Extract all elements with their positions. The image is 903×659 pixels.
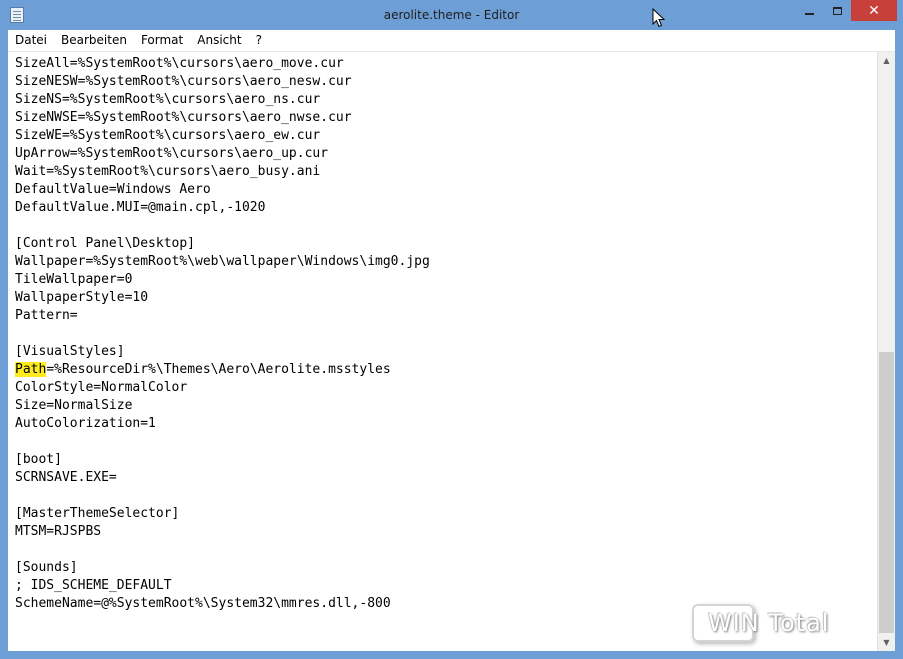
menu-bar: Datei Bearbeiten Format Ansicht ? [8,30,895,52]
editor-line: Path=%ResourceDir%\Themes\Aero\Aerolite.… [15,361,391,379]
editor-line: [Control Panel\Desktop] [15,236,196,251]
text-editor[interactable]: SizeAll=%SystemRoot%\cursors\aero_move.c… [8,52,877,651]
maximize-icon [832,6,842,15]
editor-line: DefaultValue.MUI=@main.cpl,-1020 [15,200,266,215]
minimize-icon [804,12,814,15]
editor-line: [MasterThemeSelector] [15,506,180,521]
title-bar[interactable]: aerolite.theme - Editor ✕ [0,0,903,30]
scrollbar-thumb[interactable] [879,351,894,633]
editor-line: UpArrow=%SystemRoot%\cursors\aero_up.cur [15,146,329,161]
mouse-cursor-icon [652,8,666,28]
client-area: SizeAll=%SystemRoot%\cursors\aero_move.c… [8,52,895,651]
editor-line: TileWallpaper=0 [15,272,133,287]
editor-line: Size=NormalSize [15,398,133,413]
vertical-scrollbar[interactable]: ▲ ▼ [877,52,895,651]
editor-line: SCRNSAVE.EXE= [15,470,117,485]
watermark-text: WIN Total [708,609,830,637]
editor-line: SizeNESW=%SystemRoot%\cursors\aero_nesw.… [15,74,352,89]
menu-bearbeiten[interactable]: Bearbeiten [54,30,134,51]
wintotal-watermark: WIN Total [692,604,828,648]
editor-line: AutoColorization=1 [15,416,156,431]
notepad-window: aerolite.theme - Editor ✕ Datei Bearbeit… [0,0,903,659]
editor-line: [VisualStyles] [15,344,125,359]
maximize-button[interactable] [823,0,851,21]
menu-ansicht[interactable]: Ansicht [190,30,248,51]
editor-line: ; IDS_SCHEME_DEFAULT [15,578,172,593]
editor-line: WallpaperStyle=10 [15,290,149,305]
editor-line: Wallpaper=%SystemRoot%\web\wallpaper\Win… [15,254,430,269]
minimize-button[interactable] [795,0,823,21]
menu-format[interactable]: Format [134,30,190,51]
scroll-down-icon[interactable]: ▼ [878,634,895,651]
editor-line: SizeNS=%SystemRoot%\cursors\aero_ns.cur [15,92,321,107]
close-icon: ✕ [868,2,880,19]
line-text: =%ResourceDir%\Themes\Aero\Aerolite.msst… [46,362,391,377]
editor-line: SizeWE=%SystemRoot%\cursors\aero_ew.cur [15,128,321,143]
menu-datei[interactable]: Datei [8,30,54,51]
close-button[interactable]: ✕ [851,0,897,21]
editor-line: SchemeName=@%SystemRoot%\System32\mmres.… [15,596,391,611]
editor-line: [boot] [15,452,62,467]
editor-line: Wait=%SystemRoot%\cursors\aero_busy.ani [15,164,321,179]
editor-line: DefaultValue=Windows Aero [15,182,211,197]
editor-line: SizeNWSE=%SystemRoot%\cursors\aero_nwse.… [15,110,352,125]
editor-line: MTSM=RJSPBS [15,524,102,539]
scroll-up-icon[interactable]: ▲ [878,52,895,69]
editor-line: SizeAll=%SystemRoot%\cursors\aero_move.c… [15,56,344,71]
window-title: aerolite.theme - Editor [383,8,520,22]
highlighted-text: Path [15,362,47,377]
editor-line: ColorStyle=NormalColor [15,380,188,395]
editor-line: Pattern= [15,308,78,323]
menu-help[interactable]: ? [249,30,269,51]
editor-line: [Sounds] [15,560,78,575]
